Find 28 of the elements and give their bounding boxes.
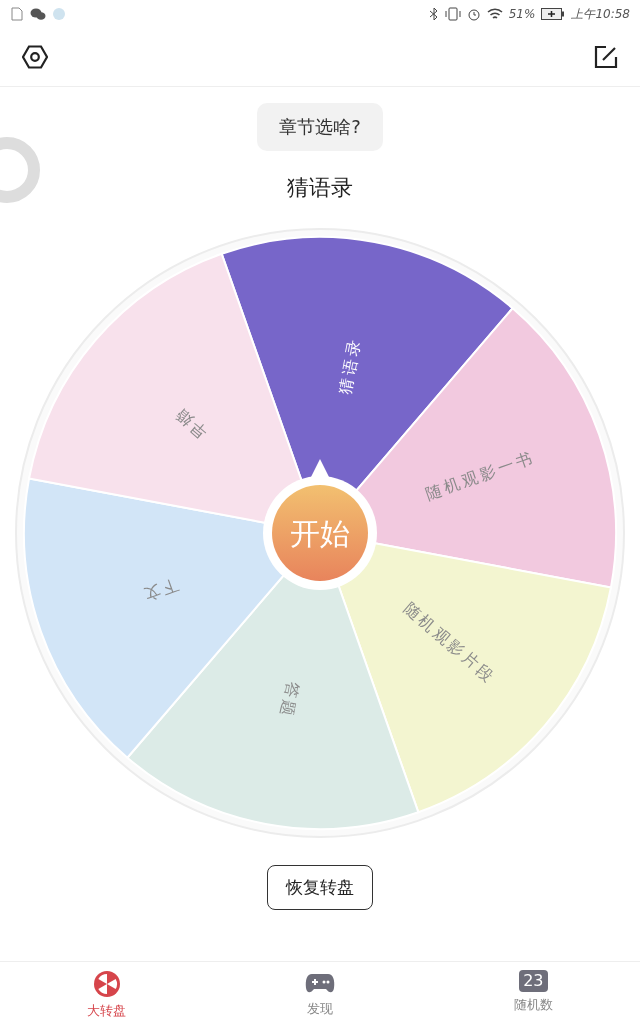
alarm-icon bbox=[466, 7, 481, 21]
nav-tab[interactable]: 发现 bbox=[213, 962, 427, 1024]
segment-label: 随机观影片段 bbox=[400, 598, 500, 688]
edit-icon bbox=[594, 45, 618, 69]
segment-label: 下文 bbox=[138, 575, 182, 606]
segment-label: 随机观影一书 bbox=[423, 447, 537, 504]
segment-label: 猜语录 bbox=[335, 335, 365, 396]
segment-label: 答题 bbox=[276, 679, 303, 721]
settings-icon bbox=[22, 44, 48, 70]
file-icon bbox=[10, 7, 24, 21]
battery-percent: 51% bbox=[508, 7, 536, 21]
vibrate-icon bbox=[444, 7, 461, 21]
result-title: 猜语录 bbox=[287, 174, 353, 202]
nav-tab[interactable]: 23 随机数 bbox=[426, 962, 640, 1024]
clock: 上午10:58 bbox=[571, 5, 630, 23]
bluetooth-icon bbox=[428, 7, 439, 21]
segment-label: 早婚 bbox=[169, 403, 211, 443]
nav-tab[interactable]: 大转盘 bbox=[0, 962, 214, 1024]
edit-button[interactable] bbox=[592, 43, 620, 71]
settings-button[interactable] bbox=[20, 42, 50, 72]
number-icon: 23 bbox=[519, 970, 548, 992]
reset-button[interactable]: 恢复转盘 bbox=[267, 865, 373, 910]
wheel-icon bbox=[92, 970, 121, 998]
battery-icon bbox=[541, 8, 566, 20]
wifi-icon bbox=[486, 7, 503, 21]
app-icon bbox=[52, 7, 66, 21]
prompt-chip[interactable]: 章节选啥? bbox=[257, 103, 383, 151]
chat-icon bbox=[30, 7, 46, 21]
